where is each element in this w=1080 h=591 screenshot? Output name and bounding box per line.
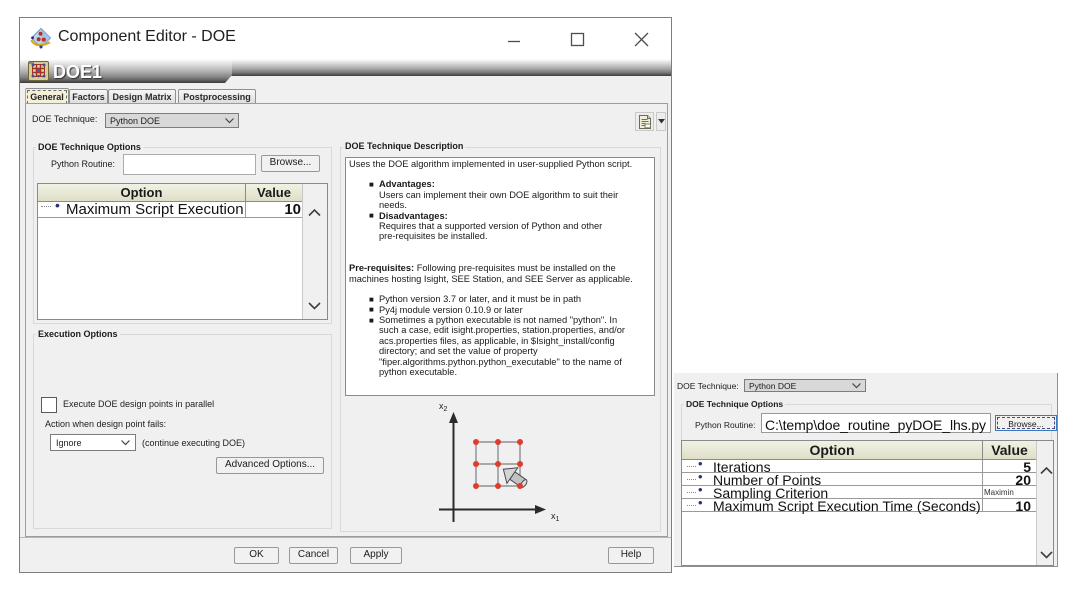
svg-text:x2: x2 [439, 401, 448, 413]
svg-text:x1: x1 [551, 511, 560, 523]
